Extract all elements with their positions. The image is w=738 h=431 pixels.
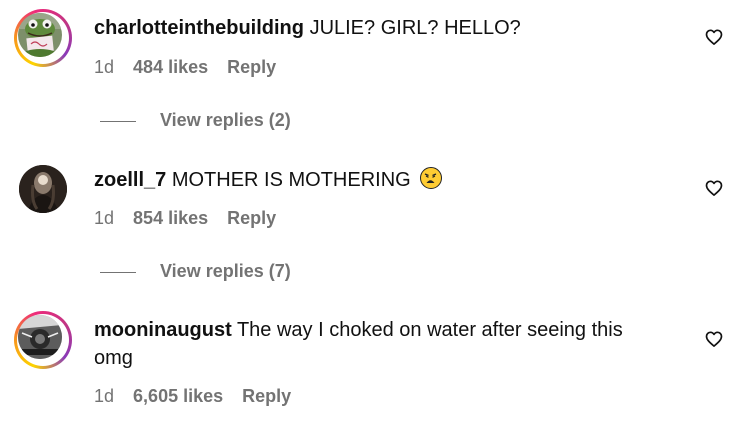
- likes-count[interactable]: 854 likes: [133, 208, 208, 229]
- bw-photo-avatar: [18, 315, 62, 359]
- comment-time[interactable]: 1d: [94, 208, 114, 229]
- comment-time[interactable]: 1d: [94, 386, 114, 407]
- story-ring[interactable]: [14, 9, 72, 67]
- reply-button[interactable]: Reply: [227, 57, 276, 78]
- heart-icon[interactable]: [704, 178, 724, 198]
- weary-face-emoji: [420, 167, 443, 189]
- comment-text: JULIE? GIRL? HELLO?: [309, 17, 521, 39]
- view-replies-label[interactable]: View replies (2): [160, 110, 291, 131]
- replies-divider: [100, 121, 136, 122]
- comment-text: MOTHER IS MOTHERING: [171, 169, 411, 191]
- likes-count[interactable]: 484 likes: [133, 57, 208, 78]
- view-replies-label[interactable]: View replies (7): [160, 261, 291, 282]
- comment-username[interactable]: mooninaugust: [94, 319, 232, 341]
- replies-divider: [100, 272, 136, 273]
- dark-portrait-avatar[interactable]: [19, 165, 67, 213]
- reply-button[interactable]: Reply: [227, 208, 276, 229]
- comment-username[interactable]: charlotteinthebuilding: [94, 17, 304, 39]
- story-ring[interactable]: [14, 311, 72, 369]
- heart-icon[interactable]: [704, 27, 724, 47]
- comment-time[interactable]: 1d: [94, 57, 114, 78]
- likes-count[interactable]: 6,605 likes: [133, 386, 223, 407]
- kermit-avatar: [18, 13, 62, 57]
- heart-icon[interactable]: [704, 329, 724, 349]
- comment-username[interactable]: zoelll_7: [94, 169, 166, 191]
- reply-button[interactable]: Reply: [242, 386, 291, 407]
